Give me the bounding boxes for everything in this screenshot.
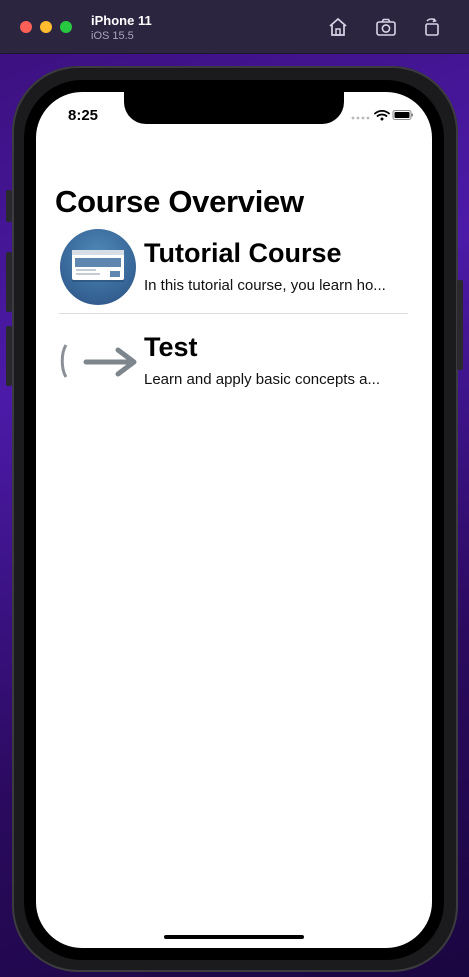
status-icons	[350, 108, 414, 122]
device-name: iPhone 11	[91, 13, 152, 28]
volume-down-button	[6, 326, 12, 386]
minimize-window-button[interactable]	[40, 21, 52, 33]
status-time: 8:25	[68, 107, 99, 124]
rotate-icon[interactable]	[421, 16, 443, 38]
course-title: Test	[144, 332, 198, 362]
close-window-button[interactable]	[20, 21, 32, 33]
course-list-item[interactable]: Tutorial Course In this tutorial course,…	[36, 226, 432, 312]
device-os-version: iOS 15.5	[91, 30, 134, 42]
course-description: In this tutorial course, you learn ho...	[144, 277, 386, 294]
volume-up-button	[6, 252, 12, 312]
signal-icon	[351, 116, 370, 120]
arrow-right-icon	[60, 323, 137, 399]
screenshot-camera-icon[interactable]	[375, 16, 397, 38]
wifi-icon	[374, 109, 390, 117]
list-separator	[59, 313, 408, 314]
home-icon[interactable]	[327, 16, 349, 38]
silent-switch	[6, 190, 12, 222]
zoom-window-button[interactable]	[60, 21, 72, 33]
phone-screen: 8:25 Course Overview Tutorial Course In …	[36, 92, 432, 948]
home-indicator[interactable]	[164, 935, 304, 939]
power-button	[457, 280, 463, 370]
course-description: Learn and apply basic concepts a...	[144, 371, 380, 388]
page-title: Course Overview	[55, 184, 304, 219]
notch	[124, 92, 344, 124]
battery-icon	[392, 110, 413, 120]
simulator-title-bar: iPhone 11 iOS 15.5	[0, 0, 469, 54]
course-list-item[interactable]: Test Learn and apply basic concepts a...	[36, 320, 432, 406]
course-title: Tutorial Course	[144, 238, 342, 268]
course-slide-icon	[60, 229, 136, 305]
